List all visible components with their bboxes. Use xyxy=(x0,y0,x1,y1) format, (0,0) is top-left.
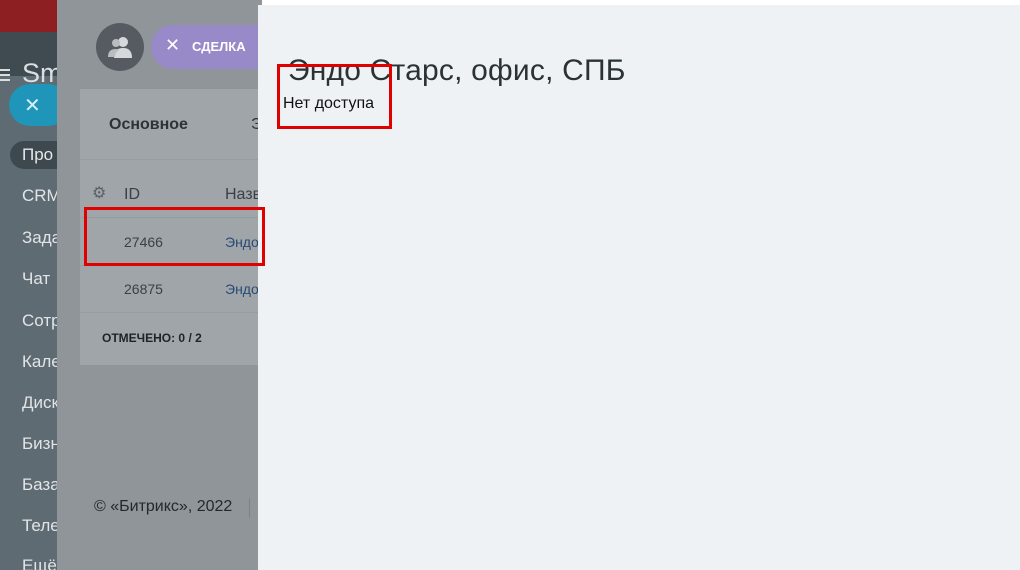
selected-counter: ОТМЕЧЕНО: 0 / 2 xyxy=(102,331,202,345)
deal-chip-label: СДЕЛКА xyxy=(192,39,246,54)
row-name-link[interactable]: Эндо xyxy=(225,234,259,250)
access-denied-message: Нет доступа xyxy=(283,95,374,112)
add-button[interactable]: ✕ xyxy=(9,84,57,126)
gear-icon[interactable]: ⚙ xyxy=(92,183,106,203)
slider-panel: Эндо Старс, офис, СПБ Нет доступа xyxy=(258,5,1020,570)
left-navigation: Sm ✕ Про CRM Зада Чат Сотр Кале Диск Биз… xyxy=(0,0,57,570)
column-header-name[interactable]: Назв xyxy=(225,186,261,204)
nav-item-calendar[interactable]: Кале xyxy=(22,352,57,372)
tab-bar: Основное Э xyxy=(80,89,262,160)
deal-tab-chip[interactable]: ✕ СДЕЛКА xyxy=(151,25,262,69)
nav-item-employees[interactable]: Сотр xyxy=(22,311,57,331)
page-title: Эндо Старс, офис, СПБ xyxy=(288,54,626,88)
row-id: 26875 xyxy=(124,281,163,297)
brand-strip xyxy=(0,0,57,32)
nav-item-disk[interactable]: Диск xyxy=(22,393,57,413)
logo-row: Sm xyxy=(0,32,57,88)
close-icon: ✕ xyxy=(24,95,41,117)
nav-item-telephony[interactable]: Теле xyxy=(22,516,57,536)
nav-item-business[interactable]: Бизн xyxy=(22,434,57,454)
row-name-link[interactable]: Эндо xyxy=(225,281,259,297)
tab-main[interactable]: Основное xyxy=(109,116,188,134)
menu-icon[interactable] xyxy=(0,69,10,81)
nav-item-crm[interactable]: CRM xyxy=(22,186,57,206)
close-icon[interactable]: ✕ xyxy=(165,35,180,56)
background-content: ✕ СДЕЛКА Основное Э ⚙ ID Назв 27466 Эндо… xyxy=(57,0,262,570)
deal-card: Основное Э ⚙ ID Назв 27466 Эндо 26875 Эн… xyxy=(80,89,262,365)
nav-item-more[interactable]: Ещё xyxy=(22,556,57,570)
footer-divider xyxy=(249,498,250,518)
column-header-id[interactable]: ID xyxy=(124,186,140,204)
row-id: 27466 xyxy=(124,234,163,250)
grid-header: ⚙ ID Назв xyxy=(80,169,262,218)
nav-item-tasks[interactable]: Зада xyxy=(22,228,57,248)
table-row[interactable]: 27466 Эндо xyxy=(80,219,262,266)
nav-item-label: Про xyxy=(22,145,54,164)
table-row[interactable]: 26875 Эндо xyxy=(80,266,262,313)
avatar[interactable] xyxy=(96,23,144,71)
footer-copyright: © «Битрикс», 2022 xyxy=(94,498,233,515)
users-icon xyxy=(108,37,132,58)
nav-item-knowledge-base[interactable]: База xyxy=(22,475,57,495)
nav-item-active[interactable]: Про xyxy=(10,141,57,169)
nav-item-chat[interactable]: Чат xyxy=(22,269,50,289)
